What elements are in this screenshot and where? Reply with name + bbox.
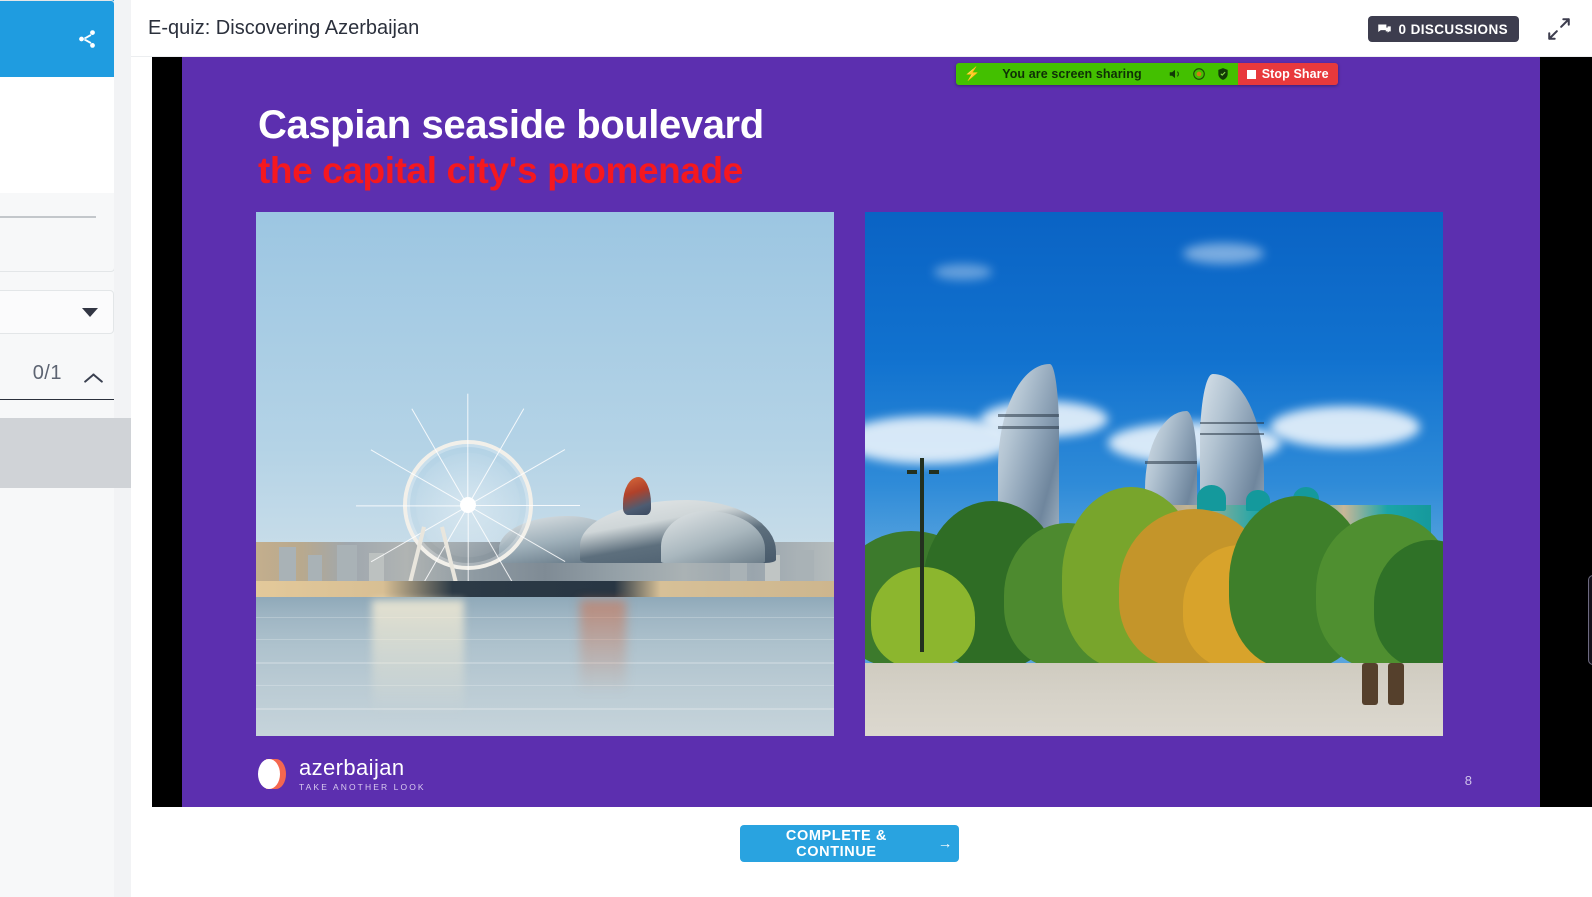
course-sidebar: 0/1 ijan [0, 0, 131, 897]
slide-photo-seaside [256, 212, 834, 736]
screenshare-viewport: Caspian seaside boulevard the capital ci… [131, 57, 1592, 807]
photo-ferris-wheel [356, 393, 581, 618]
photo-sea-reflection-flame [579, 599, 626, 695]
lightning-bolt-icon: ⚡ [964, 66, 981, 81]
chevron-up-icon[interactable] [85, 369, 102, 386]
share-card-body [0, 77, 115, 193]
lesson-footer: COMPLETE & CONTINUE → [131, 807, 1592, 897]
photo-sea [256, 597, 834, 736]
photo-tree-row [865, 448, 1443, 668]
stop-share-label: Stop Share [1261, 67, 1329, 81]
record-icon[interactable] [1192, 67, 1206, 81]
logo-name: azerbaijan [299, 754, 405, 780]
slide-photo-flame-towers [865, 212, 1443, 736]
share-icon[interactable] [76, 28, 98, 50]
shield-icon[interactable] [1216, 67, 1230, 81]
lesson-topbar: E-quiz: Discovering Azerbaijan 0 DISCUSS… [131, 0, 1592, 57]
discussions-label: 0 DISCUSSIONS [1398, 21, 1508, 37]
azerbaijan-logo: azerbaijan TAKE ANOTHER LOOK [256, 754, 426, 792]
sidebar-item-lesson-active[interactable]: ijan [0, 418, 130, 488]
progress-count: 0/1 [32, 362, 62, 384]
photo-quay [256, 581, 834, 599]
discussions-button[interactable]: 0 DISCUSSIONS [1367, 16, 1519, 42]
screen-share-status: ⚡ You are screen sharing [956, 63, 1238, 85]
main-pane: E-quiz: Discovering Azerbaijan 0 DISCUSS… [131, 0, 1592, 897]
expand-arrows-icon[interactable] [1546, 16, 1572, 42]
participant-thumbnail[interactable]: B [1588, 575, 1592, 665]
page-root: 0/1 ijan E-quiz: Discovering Azerbaijan … [0, 0, 1592, 897]
presentation-slide: Caspian seaside boulevard the capital ci… [182, 57, 1540, 807]
slide-subtitle: the capital city's promenade [258, 150, 743, 191]
slide-title: Caspian seaside boulevard [258, 103, 764, 147]
complete-and-continue-label: COMPLETE & CONTINUE [785, 827, 887, 860]
share-card[interactable] [0, 0, 115, 218]
chevron-down-icon [82, 308, 98, 317]
screen-share-status-label: You are screen sharing [1002, 67, 1142, 81]
azerbaijan-logo-mark [256, 758, 286, 789]
screen-share-bar: ⚡ You are screen sharing Stop Share [956, 63, 1338, 85]
logo-tagline: TAKE ANOTHER LOOK [299, 781, 426, 792]
chat-bubble-icon [1377, 22, 1392, 37]
sidebar-section-select[interactable] [0, 290, 114, 334]
photo-promenade-ground [865, 662, 1443, 736]
page-title: E-quiz: Discovering Azerbaijan [148, 17, 420, 39]
complete-and-continue-button[interactable]: COMPLETE & CONTINUE → [740, 825, 959, 862]
stop-square-icon [1246, 69, 1256, 79]
speaker-icon[interactable] [1168, 67, 1182, 81]
share-card-divider [0, 216, 96, 218]
sidebar-progress-row[interactable]: 0/1 [0, 352, 114, 400]
arrow-right-icon: → [937, 835, 953, 852]
sidebar-right-gutter-active [114, 418, 131, 488]
photo-sea-reflection [371, 599, 465, 716]
slide-page-number: 8 [1464, 773, 1472, 788]
stop-share-button[interactable]: Stop Share [1237, 63, 1338, 85]
